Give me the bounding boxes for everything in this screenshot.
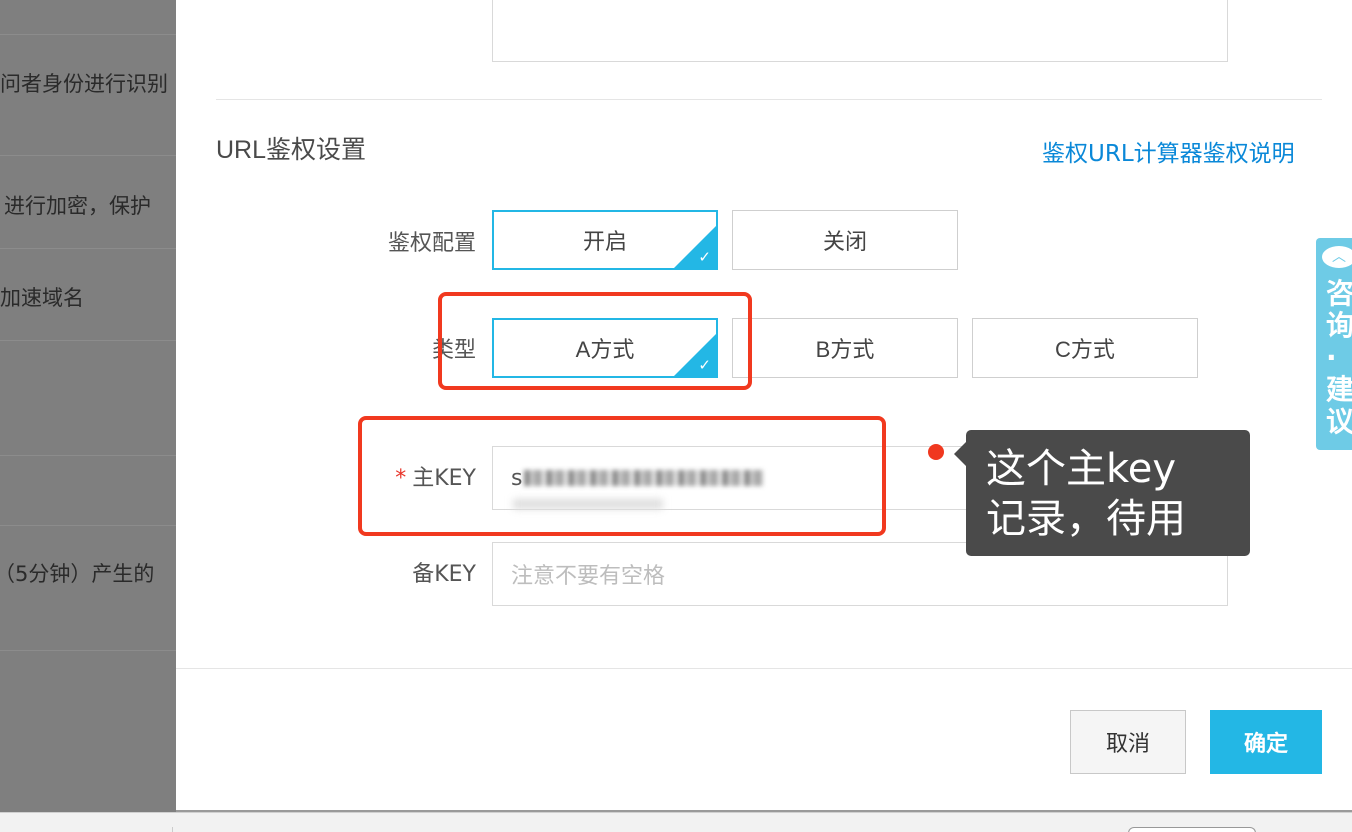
cancel-button[interactable]: 取消 — [1070, 710, 1186, 774]
footer-divider — [176, 668, 1352, 669]
bg-divider — [0, 455, 176, 456]
help-links: 鉴权URL计算器鉴权说明 — [1042, 134, 1295, 168]
auth-on-option[interactable]: 开启 ✓ — [492, 210, 718, 270]
bg-row-text: 进行加密，保护 — [4, 194, 151, 218]
background-page: 问者身份进行识别 进行加密，保护 加速域名 （5分钟）产生的 — [0, 0, 176, 812]
bg-pill — [1128, 827, 1256, 832]
url-auth-settings-panel: URL鉴权设置 鉴权URL计算器鉴权说明 鉴权配置 开启 ✓ 关闭 类型 A方式… — [176, 0, 1352, 810]
annotation-dot — [928, 444, 944, 460]
type-b-option[interactable]: B方式 — [732, 318, 958, 378]
bg-divider — [0, 340, 176, 341]
annotation-line-2: 记录，待用 — [986, 496, 1186, 542]
bg-row-text: （5分钟）产生的 — [0, 562, 155, 586]
option-label: 关闭 — [822, 229, 867, 254]
highlight-box-type — [438, 292, 752, 390]
highlight-box-primary-key — [358, 416, 886, 536]
type-c-option[interactable]: C方式 — [972, 318, 1198, 378]
option-label: B方式 — [815, 337, 875, 362]
bg-divider — [0, 248, 176, 249]
auth-off-option[interactable]: 关闭 — [732, 210, 958, 270]
background-footer — [0, 812, 1352, 832]
auth-description-link[interactable]: 鉴权说明 — [1203, 141, 1295, 167]
confirm-button[interactable]: 确定 — [1210, 710, 1322, 774]
check-icon: ✓ — [698, 249, 711, 266]
section-title: URL鉴权设置 — [216, 136, 367, 164]
annotation-line-1: 这个主key — [986, 446, 1177, 492]
bg-row-text: 问者身份进行识别 — [0, 72, 168, 96]
backup-key-label: 备KEY — [412, 562, 476, 587]
auth-url-calculator-link[interactable]: 鉴权URL计算器 — [1042, 141, 1203, 167]
consult-suggest-tab[interactable]: ︿ 咨询·建议 — [1316, 238, 1352, 450]
bg-divider — [0, 155, 176, 156]
annotation-tooltip: 这个主key 记录，待用 — [954, 430, 1250, 556]
chevron-up-icon: ︿ — [1322, 246, 1352, 268]
bg-divider — [0, 525, 176, 526]
bg-separator — [172, 827, 173, 832]
backup-key-placeholder: 注意不要有空格 — [511, 564, 666, 589]
auth-config-label: 鉴权配置 — [387, 231, 476, 256]
bg-divider — [0, 650, 176, 651]
previous-textarea[interactable] — [492, 0, 1228, 62]
section-divider — [216, 99, 1322, 100]
option-label: C方式 — [1055, 337, 1115, 362]
option-label: 开启 — [582, 229, 627, 254]
bg-row-text: 加速域名 — [0, 286, 84, 310]
consult-tab-text: 咨询·建议 — [1326, 277, 1352, 438]
bg-divider — [0, 34, 176, 35]
